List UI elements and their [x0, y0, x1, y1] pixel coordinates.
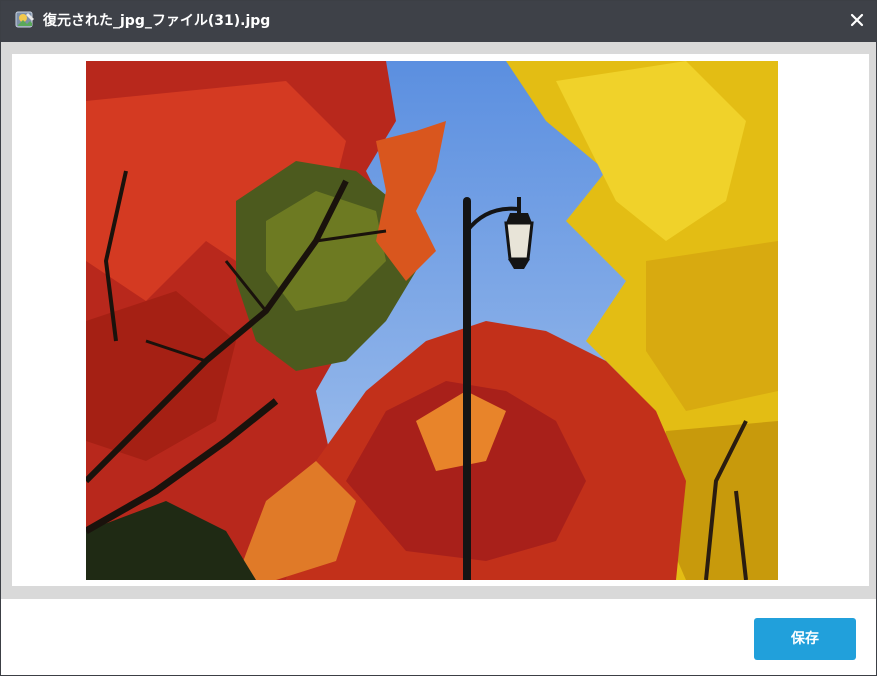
window-title: 復元された_jpg_ファイル(31).jpg	[43, 13, 271, 29]
preview-image	[86, 61, 778, 580]
preview-panel	[12, 54, 869, 586]
preview-area	[1, 42, 876, 599]
save-button[interactable]: 保存	[754, 618, 856, 660]
recovery-app-icon	[15, 10, 35, 30]
title-bar[interactable]: 復元された_jpg_ファイル(31).jpg	[1, 1, 876, 42]
close-icon[interactable]	[846, 9, 868, 31]
dialog-footer: 保存	[1, 599, 876, 675]
preview-dialog: 復元された_jpg_ファイル(31).jpg 保存	[0, 0, 877, 676]
